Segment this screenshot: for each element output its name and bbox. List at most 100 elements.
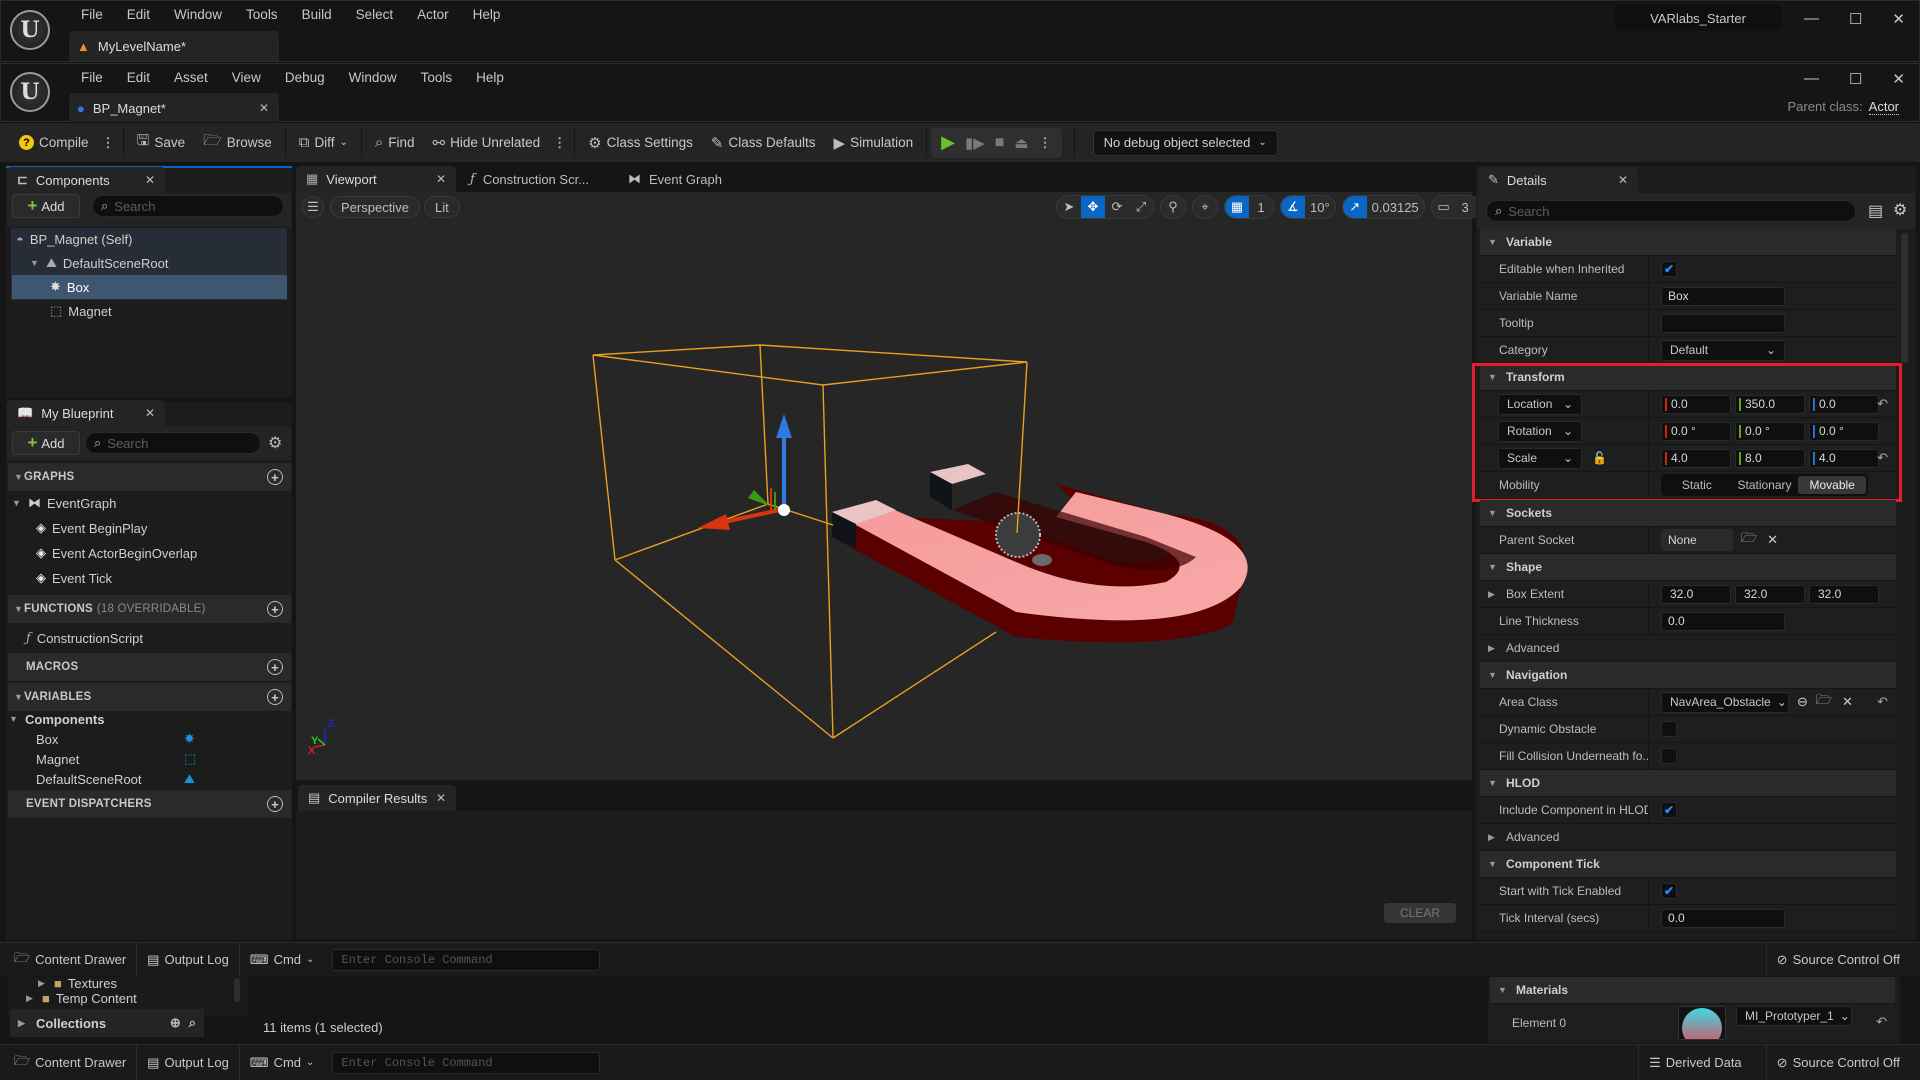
- clear-icon[interactable]: ✕: [1767, 532, 1778, 548]
- components-search-input[interactable]: [114, 198, 283, 214]
- folder-item[interactable]: ▶ ■ Temp Content: [26, 990, 137, 1006]
- add-collection-icon[interactable]: ⊕: [170, 1015, 181, 1031]
- source-control-button[interactable]: ⊘ Source Control Off: [1767, 1045, 1920, 1080]
- variable-name-field[interactable]: Box: [1661, 286, 1785, 306]
- material-thumbnail[interactable]: [1678, 1006, 1726, 1040]
- variable-section[interactable]: ▼ Variable: [1480, 229, 1896, 256]
- macros-section[interactable]: MACROS +: [8, 653, 291, 681]
- simulation-button[interactable]: ▶ Simulation: [825, 129, 923, 157]
- close-tab-icon[interactable]: ✕: [145, 406, 155, 420]
- tick-interval-field[interactable]: 0.0: [1661, 908, 1785, 928]
- debug-object-select[interactable]: No debug object selected ⌄: [1092, 129, 1278, 156]
- rotate-mode-icon[interactable]: ⟳: [1105, 196, 1129, 218]
- reset-to-default-icon[interactable]: ↶: [1876, 1014, 1887, 1030]
- menu-build[interactable]: Build: [290, 7, 344, 22]
- menu-window[interactable]: Window: [337, 70, 409, 85]
- materials-section[interactable]: ▼ Materials: [1490, 977, 1895, 1004]
- browse-socket-icon[interactable]: 🗁: [1741, 529, 1757, 551]
- add-function-icon[interactable]: +: [267, 601, 283, 617]
- close-tab-icon[interactable]: ✕: [1618, 173, 1628, 187]
- find-options-icon[interactable]: ⋮: [549, 135, 570, 151]
- details-scrollbar[interactable]: [1901, 233, 1908, 363]
- hlod-advanced-row[interactable]: ▶ Advanced: [1480, 824, 1896, 851]
- play-options-icon[interactable]: ⋮: [1039, 135, 1052, 151]
- maximize-icon[interactable]: ☐: [1849, 10, 1862, 28]
- construction-script-item[interactable]: ƒ ConstructionScript: [26, 626, 143, 650]
- component-tick-section[interactable]: ▼ Component Tick: [1480, 851, 1896, 878]
- tab-viewport[interactable]: ▦ Viewport ✕: [296, 166, 456, 192]
- stop-icon[interactable]: ■: [995, 134, 1005, 152]
- viewport[interactable]: Z Y X ☰ Perspective Lit: [296, 192, 1472, 780]
- coordinate-space-button[interactable]: ⚲: [1160, 195, 1186, 219]
- minimize-icon[interactable]: —: [1804, 10, 1819, 28]
- magnet-mesh[interactable]: [832, 464, 1248, 643]
- class-settings-button[interactable]: ⚙ Class Settings: [579, 129, 702, 157]
- clear-button[interactable]: CLEAR: [1384, 903, 1456, 923]
- tree-item-self[interactable]: ◓ BP_Magnet (Self): [12, 227, 287, 251]
- event-graph-item[interactable]: ▼ ⧓ EventGraph: [12, 491, 116, 515]
- menu-actor[interactable]: Actor: [405, 7, 461, 22]
- close-icon[interactable]: ✕: [1892, 70, 1905, 88]
- close-tab-icon[interactable]: ✕: [259, 101, 269, 115]
- variable-item[interactable]: DefaultSceneRoot ⛰: [36, 767, 206, 791]
- event-dispatchers-section[interactable]: EVENT DISPATCHERS +: [8, 790, 291, 818]
- eject-icon[interactable]: ⏏: [1014, 134, 1028, 152]
- grid-snap-group[interactable]: ▦ 1: [1224, 195, 1274, 219]
- content-drawer-button[interactable]: 🗁 Content Drawer: [0, 943, 138, 976]
- parent-class-link[interactable]: Actor: [1868, 99, 1899, 115]
- add-dispatcher-icon[interactable]: +: [267, 796, 283, 812]
- menu-file[interactable]: File: [69, 7, 115, 22]
- menu-view[interactable]: View: [220, 70, 273, 85]
- viewport-menu-button[interactable]: ☰: [302, 196, 324, 218]
- menu-tools[interactable]: Tools: [234, 7, 290, 22]
- details-tab[interactable]: ✎ Details ✕: [1478, 167, 1638, 193]
- output-log-button[interactable]: ▤ Output Log: [137, 943, 240, 976]
- content-drawer-button[interactable]: 🗁 Content Drawer: [0, 1045, 138, 1080]
- class-defaults-button[interactable]: ✎ Class Defaults: [702, 129, 825, 157]
- menu-asset[interactable]: Asset: [162, 70, 220, 85]
- details-search[interactable]: ⌕: [1486, 200, 1856, 222]
- diff-button[interactable]: ⧉ Diff ⌄: [290, 129, 357, 157]
- console-command[interactable]: [332, 948, 601, 971]
- cmd-select[interactable]: ⌨ Cmd ⌄: [240, 943, 325, 976]
- minimize-icon[interactable]: —: [1804, 70, 1819, 88]
- my-blueprint-search-input[interactable]: [107, 435, 260, 451]
- clear-icon[interactable]: ✕: [1842, 694, 1853, 710]
- sources-scrollbar[interactable]: [234, 978, 240, 1002]
- close-tab-icon[interactable]: ✕: [436, 172, 446, 186]
- components-search[interactable]: ⌕: [92, 195, 284, 217]
- lit-button[interactable]: Lit: [424, 196, 460, 218]
- cmd-select[interactable]: ⌨ Cmd ⌄: [240, 1045, 325, 1080]
- menu-debug[interactable]: Debug: [273, 70, 337, 85]
- functions-section[interactable]: ▼ FUNCTIONS (18 OVERRIDABLE) +: [8, 595, 291, 623]
- gear-icon[interactable]: ⚙: [1893, 200, 1907, 220]
- box-extent-y-field[interactable]: 32.0: [1735, 584, 1805, 604]
- event-item[interactable]: ◈ Event BeginPlay: [36, 516, 147, 540]
- tree-item-defaultsceneroot[interactable]: ▼ ⛰ DefaultSceneRoot: [12, 251, 287, 275]
- menu-select[interactable]: Select: [344, 7, 406, 22]
- rotation-snap-group[interactable]: ∡ 10°: [1280, 195, 1336, 219]
- collections-header[interactable]: ▶ Collections ⊕ ⌕: [10, 1009, 204, 1037]
- parent-socket-field[interactable]: None: [1661, 529, 1733, 551]
- translate-mode-icon[interactable]: ✥: [1081, 196, 1105, 218]
- material-dropdown[interactable]: MI_Prototyper_1 ⌄: [1736, 1006, 1852, 1026]
- tab-compiler-results[interactable]: ▤ Compiler Results ✕: [298, 785, 456, 811]
- compile-options-icon[interactable]: ⋮: [98, 135, 119, 151]
- editable-when-inherited-checkbox[interactable]: ✔: [1661, 261, 1677, 277]
- close-icon[interactable]: ✕: [1892, 10, 1905, 28]
- menu-file[interactable]: File: [69, 70, 115, 85]
- line-thickness-field[interactable]: 0.0: [1661, 611, 1785, 631]
- scale-mode-icon[interactable]: ⤢: [1129, 196, 1153, 218]
- derived-data-button[interactable]: ☰ Derived Data: [1638, 1045, 1767, 1080]
- gear-icon[interactable]: ⚙: [268, 433, 282, 453]
- dynamic-obstacle-checkbox[interactable]: [1661, 721, 1677, 737]
- search-icon[interactable]: ⌕: [189, 1015, 196, 1031]
- components-tab[interactable]: ⊏ Components ✕: [7, 167, 165, 193]
- surface-snap-button[interactable]: ⌖: [1192, 195, 1218, 219]
- save-button[interactable]: 🖫 Save: [128, 129, 195, 157]
- add-member-button[interactable]: + Add: [12, 431, 80, 455]
- find-button[interactable]: ⌕ Find: [366, 129, 424, 157]
- blueprint-tab[interactable]: ● BP_Magnet* ✕: [69, 93, 279, 123]
- step-icon[interactable]: ▮▶: [965, 134, 985, 152]
- menu-window[interactable]: Window: [162, 7, 234, 22]
